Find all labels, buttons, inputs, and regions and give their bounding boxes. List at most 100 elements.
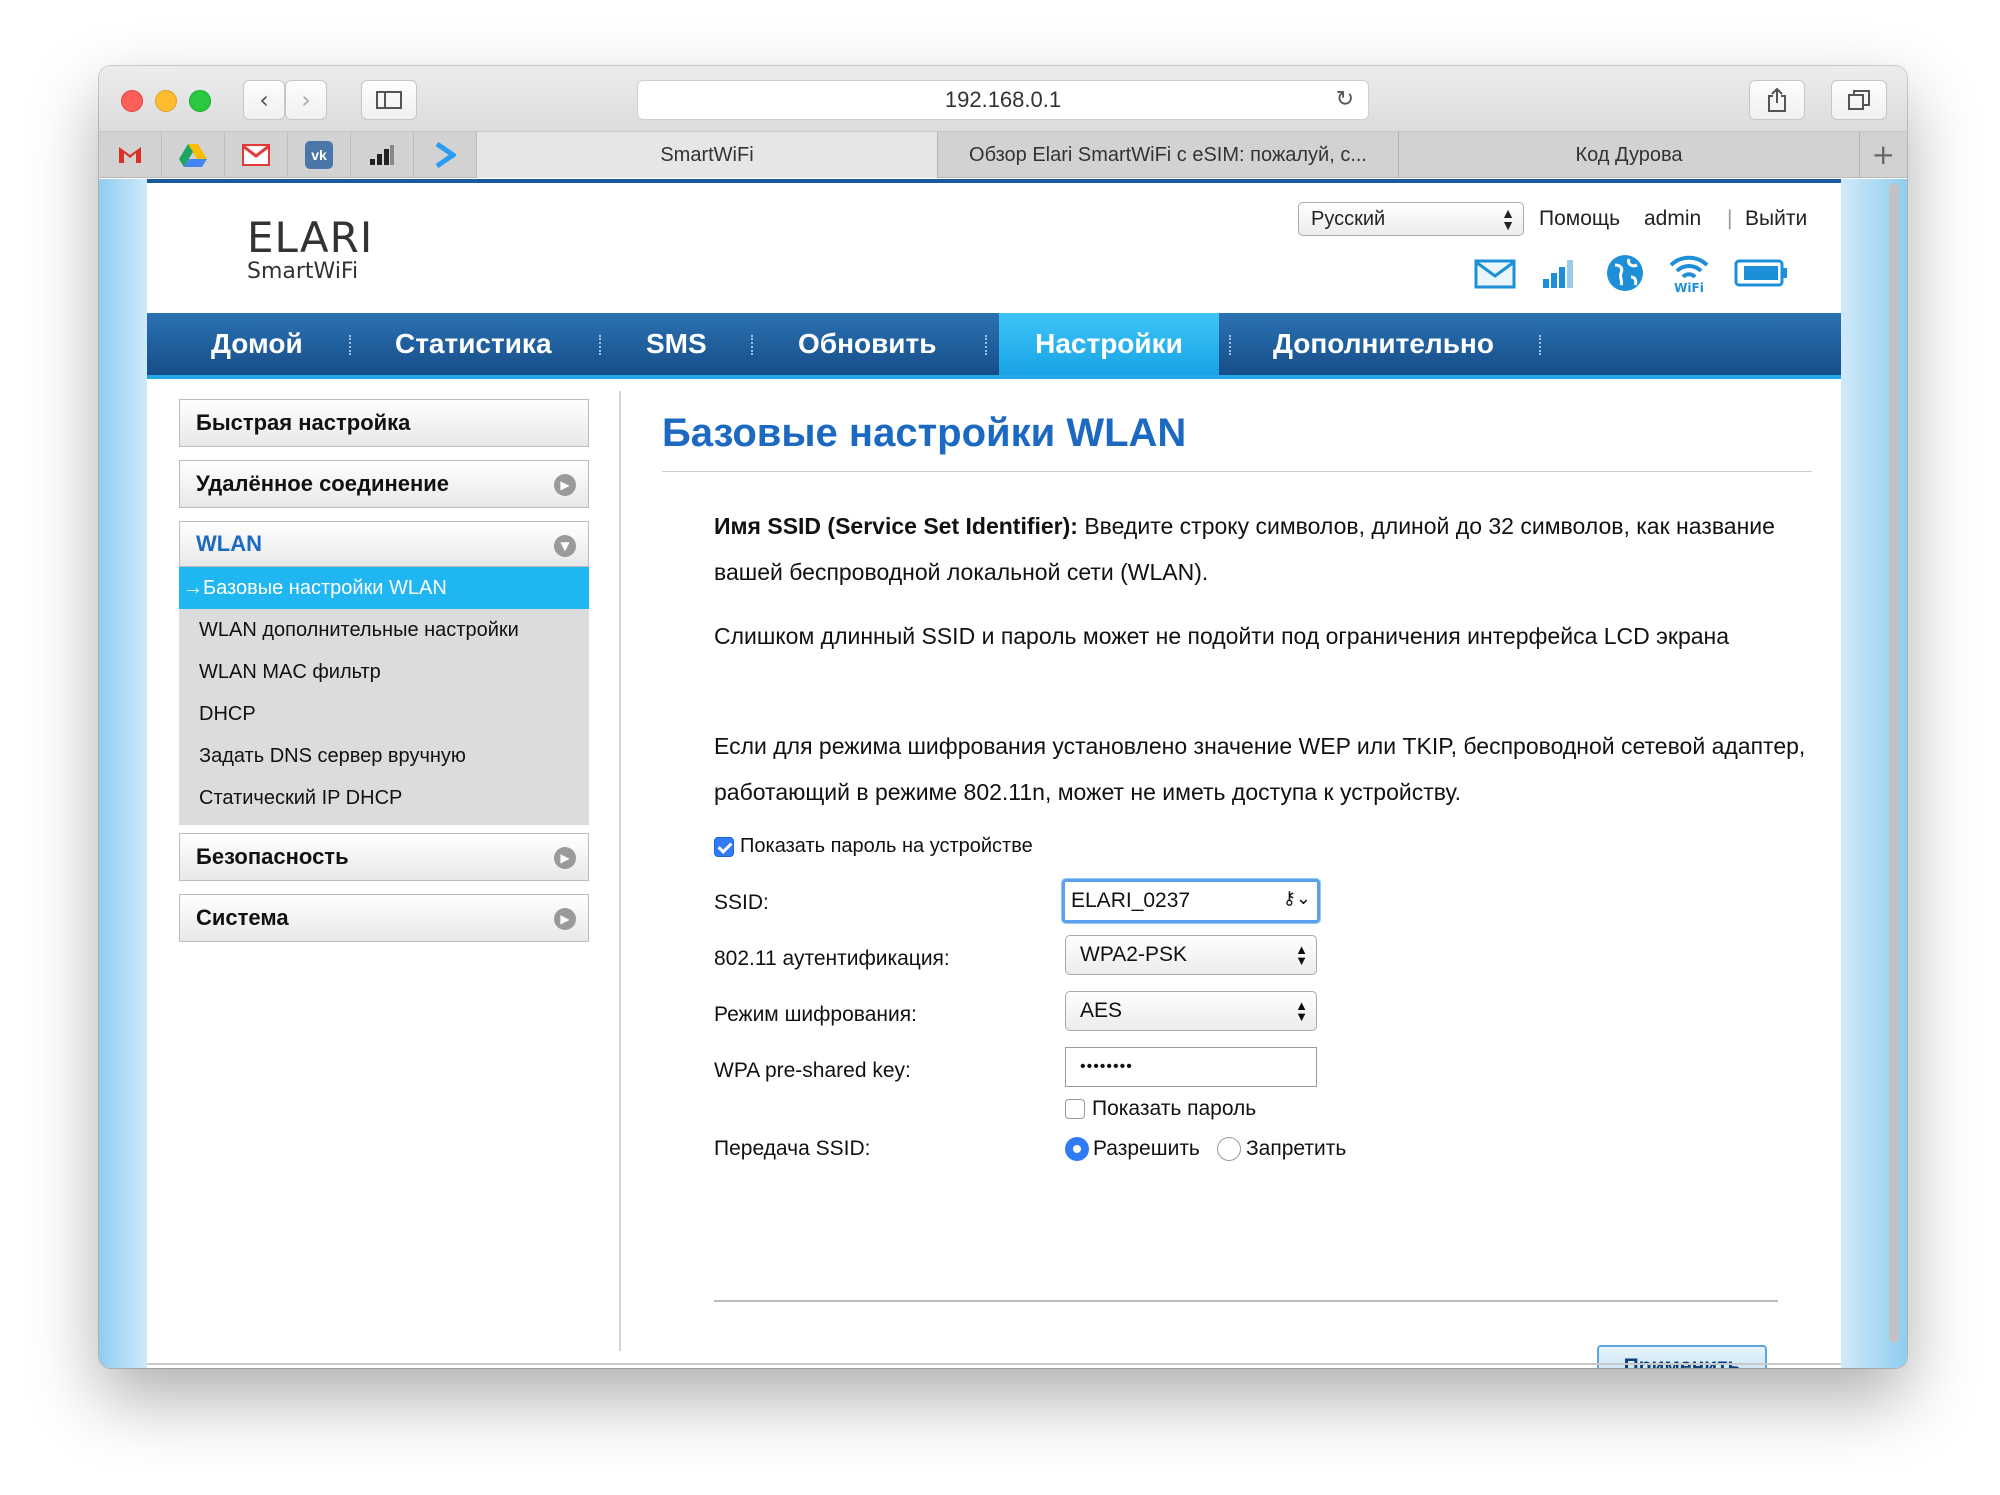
key-dropdown-icon[interactable]: ⚷⌄ (1283, 888, 1311, 909)
sidebar-icon (376, 91, 402, 109)
nav-separator (985, 335, 987, 355)
forward-button[interactable]: › (285, 80, 327, 120)
sidebar-toggle-button[interactable] (361, 80, 417, 120)
select-arrows-icon: ▲ ▼ (1501, 205, 1515, 233)
submenu-label: WLAN дополнительные настройки (199, 618, 519, 641)
zoom-window-button[interactable] (189, 90, 211, 112)
submenu-dhcp[interactable]: DHCP (179, 693, 589, 735)
tab-label: Код Дурова (1575, 143, 1683, 166)
browser-window: ‹ › 192.168.0.1 ↻ vk SmartWiFi Обзор Ela… (99, 66, 1907, 1368)
sidebar-item-remote-connection[interactable]: Удалённое соединение ▶ (179, 460, 589, 508)
favorite-drive[interactable] (162, 132, 225, 178)
lcd-warning: Слишком длинный SSID и пароль может не п… (714, 623, 1730, 649)
submenu-basic-wlan[interactable]: →Базовые настройки WLAN (179, 567, 589, 609)
chevron-right-icon: ▶ (554, 474, 576, 496)
help-link[interactable]: Помощь (1539, 207, 1620, 231)
logout-link[interactable]: Выйти (1745, 207, 1807, 231)
nav-separator (1229, 335, 1231, 355)
auth-select[interactable]: WPA2-PSK ▲ ▼ (1065, 935, 1317, 975)
vk-icon: vk (305, 141, 333, 169)
nav-settings[interactable]: Настройки (999, 313, 1219, 375)
nav-sms[interactable]: SMS (646, 313, 707, 375)
nav-separator (1539, 335, 1541, 355)
encryption-warning: Если для режима шифрования установлено з… (714, 733, 1806, 805)
nav-label: Дополнительно (1273, 328, 1494, 359)
nav-separator (751, 335, 753, 355)
tab-label: Обзор Elari SmartWiFi с eSIM: пожалуй, с… (969, 143, 1367, 166)
nav-label: Настройки (1035, 328, 1183, 359)
sidebar-item-system[interactable]: Система ▶ (179, 894, 589, 942)
favorite-signal[interactable] (351, 132, 414, 178)
gmail-icon (119, 147, 141, 163)
submenu-wlan-mac-filter[interactable]: WLAN MAC фильтр (179, 651, 589, 693)
tabs-overview-button[interactable] (1831, 80, 1887, 120)
chevron-right-icon: › (301, 86, 311, 114)
psk-input[interactable]: •••••••• (1065, 1047, 1317, 1087)
ssid-label: SSID: (714, 891, 769, 914)
language-select[interactable]: Русский ▲ ▼ (1298, 202, 1524, 236)
show-on-device-checkbox[interactable] (714, 837, 734, 857)
nav-update[interactable]: Обновить (798, 313, 936, 375)
submenu-label: →Базовые настройки WLAN (183, 576, 447, 599)
wlan-submenu: →Базовые настройки WLAN WLAN дополнитель… (179, 567, 589, 825)
submenu-label: WLAN MAC фильтр (199, 660, 381, 683)
submenu-wlan-advanced[interactable]: WLAN дополнительные настройки (179, 609, 589, 651)
signal-icon (1543, 260, 1573, 288)
ssid-description-bold: Имя SSID (Service Set Identifier): (714, 513, 1078, 539)
submenu-manual-dns[interactable]: Задать DNS сервер вручную (179, 735, 589, 777)
ssid-input[interactable]: ELARI_0237 ⚷⌄ (1062, 879, 1320, 923)
address-text: 192.168.0.1 (944, 87, 1062, 112)
signal-bars-icon (370, 145, 394, 165)
google-drive-icon (179, 144, 207, 167)
chevron-down-icon: ▼ (554, 535, 576, 557)
address-bar[interactable]: 192.168.0.1 ↻ (637, 80, 1369, 120)
tab-review[interactable]: Обзор Elari SmartWiFi с eSIM: пожалуй, с… (938, 132, 1399, 178)
sidebar-item-wlan[interactable]: WLAN ▼ (179, 521, 589, 567)
minimize-window-button[interactable] (155, 90, 177, 112)
sidebar-item-security[interactable]: Безопасность ▶ (179, 833, 589, 881)
favorite-arrow[interactable] (414, 132, 477, 178)
mail-icon[interactable] (1474, 259, 1516, 289)
back-button[interactable]: ‹ (243, 80, 285, 120)
chevron-left-icon: ‹ (259, 86, 269, 114)
logo-bottom: SmartWiFi (247, 259, 359, 284)
globe-icon (1607, 255, 1643, 291)
wifi-icon: WiFi (1669, 255, 1709, 293)
svg-text:WiFi: WiFi (1674, 281, 1704, 293)
close-window-button[interactable] (121, 90, 143, 112)
favorite-gmail[interactable] (99, 132, 162, 178)
favorite-mail[interactable] (225, 132, 288, 178)
sidebar-item-label: Безопасность (196, 844, 349, 869)
broadcast-allow-radio[interactable] (1065, 1137, 1089, 1161)
nav-home[interactable]: Домой (211, 313, 303, 375)
nav-statistics[interactable]: Статистика (395, 313, 552, 375)
tab-bar: vk SmartWiFi Обзор Elari SmartWiFi с eSI… (99, 132, 1907, 178)
share-button[interactable] (1749, 80, 1805, 120)
nav-separator (349, 335, 351, 355)
nav-label: Обновить (798, 328, 937, 359)
chevron-right-icon: ▶ (554, 908, 576, 930)
footer-divider (147, 1363, 1841, 1365)
tab-durov[interactable]: Код Дурова (1399, 132, 1860, 178)
nav-advanced[interactable]: Дополнительно (1273, 313, 1494, 375)
tabs-icon (1848, 90, 1870, 110)
submenu-label: Задать DNS сервер вручную (199, 744, 466, 767)
reload-icon[interactable]: ↻ (1336, 87, 1354, 112)
scrollbar[interactable] (1889, 183, 1899, 1343)
sidebar-item-label: Система (196, 905, 289, 930)
new-tab-button[interactable]: + (1860, 132, 1907, 177)
tab-smartwifi[interactable]: SmartWiFi (477, 132, 938, 178)
encryption-value: AES (1080, 999, 1123, 1022)
nav-separator (599, 335, 601, 355)
encryption-select[interactable]: AES ▲ ▼ (1065, 991, 1317, 1031)
sidebar-item-quick-setup[interactable]: Быстрая настройка (179, 399, 589, 447)
favorite-vk[interactable]: vk (288, 132, 351, 178)
broadcast-deny-radio[interactable] (1217, 1137, 1241, 1161)
admin-label: admin (1644, 207, 1702, 230)
show-password-label: Показать пароль (1092, 1097, 1257, 1120)
show-password-checkbox[interactable] (1065, 1099, 1085, 1119)
select-arrows-icon: ▲ ▼ (1295, 942, 1308, 968)
sidebar-item-label: Быстрая настройка (196, 410, 411, 435)
submenu-static-ip-dhcp[interactable]: Статический IP DHCP (179, 777, 589, 819)
auth-label: 802.11 аутентификация: (714, 947, 950, 970)
